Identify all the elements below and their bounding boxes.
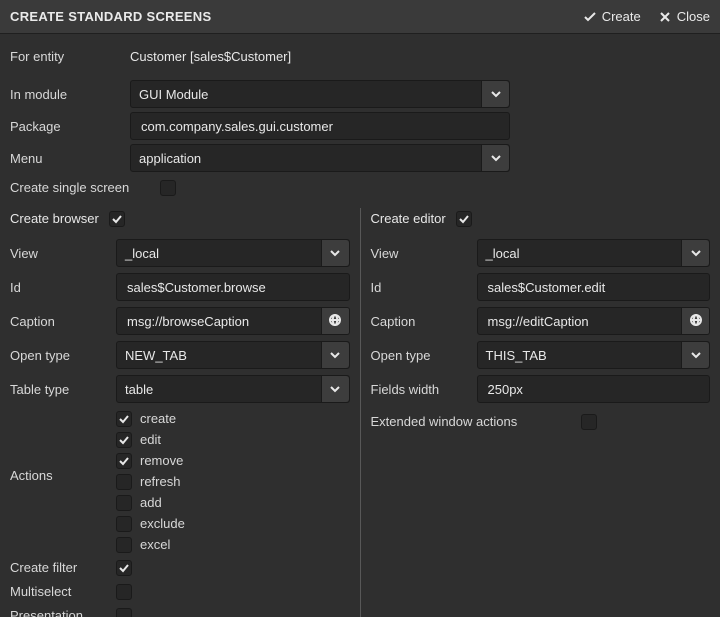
editor-opentype-label: Open type xyxy=(371,348,477,363)
editor-caption-globe-button[interactable] xyxy=(682,307,710,335)
for-entity-value: Customer [sales$Customer] xyxy=(130,49,291,64)
multiselect-label: Multiselect xyxy=(10,584,116,599)
action-item: refresh xyxy=(116,471,350,491)
editor-id-input[interactable] xyxy=(477,273,711,301)
package-input-field[interactable] xyxy=(139,118,501,135)
browser-id-field[interactable] xyxy=(125,279,341,296)
editor-caption-label: Caption xyxy=(371,314,477,329)
browser-opentype-value: NEW_TAB xyxy=(125,348,187,363)
browser-tabletype-select[interactable]: table xyxy=(116,375,350,403)
create-editor-checkbox[interactable] xyxy=(456,211,472,227)
action-checkbox-create[interactable] xyxy=(116,411,132,427)
chevron-down-icon xyxy=(481,81,509,107)
chevron-down-icon xyxy=(681,240,709,266)
action-checkbox-edit[interactable] xyxy=(116,432,132,448)
create-filter-label: Create filter xyxy=(10,560,116,575)
editor-opentype-value: THIS_TAB xyxy=(486,348,547,363)
in-module-select[interactable]: GUI Module xyxy=(130,80,510,108)
browser-caption-input[interactable] xyxy=(116,307,322,335)
menu-value: application xyxy=(139,151,201,166)
single-screen-label: Create single screen xyxy=(10,180,160,195)
action-item: add xyxy=(116,492,350,512)
check-icon xyxy=(584,11,596,23)
create-filter-checkbox[interactable] xyxy=(116,560,132,576)
action-item: create xyxy=(116,408,350,428)
editor-view-select[interactable]: _local xyxy=(477,239,711,267)
editor-caption-field[interactable] xyxy=(486,313,674,330)
close-icon xyxy=(659,11,671,23)
action-checkbox-add[interactable] xyxy=(116,495,132,511)
create-button-label: Create xyxy=(602,9,641,24)
globe-icon xyxy=(328,313,342,330)
browser-caption-label: Caption xyxy=(10,314,116,329)
create-editor-label: Create editor xyxy=(371,211,446,226)
titlebar: CREATE STANDARD SCREENS Create Close xyxy=(0,0,720,34)
single-screen-checkbox[interactable] xyxy=(160,180,176,196)
editor-caption-input[interactable] xyxy=(477,307,683,335)
browser-opentype-label: Open type xyxy=(10,348,116,363)
editor-extended-checkbox[interactable] xyxy=(581,414,597,430)
browser-opentype-select[interactable]: NEW_TAB xyxy=(116,341,350,369)
action-checkbox-exclude[interactable] xyxy=(116,516,132,532)
create-browser-label: Create browser xyxy=(10,211,99,226)
action-checkbox-refresh[interactable] xyxy=(116,474,132,490)
editor-id-field[interactable] xyxy=(486,279,702,296)
editor-extended-label: Extended window actions xyxy=(371,414,581,429)
chevron-down-icon xyxy=(321,376,349,402)
browser-caption-field[interactable] xyxy=(125,313,313,330)
action-label: add xyxy=(140,495,162,510)
action-label: remove xyxy=(140,453,183,468)
action-label: exclude xyxy=(140,516,185,531)
presentation-checkbox[interactable] xyxy=(116,608,132,617)
create-button[interactable]: Create xyxy=(584,9,641,24)
multiselect-checkbox[interactable] xyxy=(116,584,132,600)
presentation-label: Presentation xyxy=(10,608,116,617)
close-button-label: Close xyxy=(677,9,710,24)
action-item: edit xyxy=(116,429,350,449)
browser-view-value: _local xyxy=(125,246,159,261)
editor-view-label: View xyxy=(371,246,477,261)
editor-fieldswidth-label: Fields width xyxy=(371,382,477,397)
chevron-down-icon xyxy=(321,342,349,368)
browser-tabletype-value: table xyxy=(125,382,153,397)
browser-id-input[interactable] xyxy=(116,273,350,301)
action-item: exclude xyxy=(116,513,350,533)
package-label: Package xyxy=(10,119,130,134)
chevron-down-icon xyxy=(321,240,349,266)
globe-icon xyxy=(689,313,703,330)
dialog-title: CREATE STANDARD SCREENS xyxy=(10,9,566,24)
menu-label: Menu xyxy=(10,151,130,166)
editor-fieldswidth-input[interactable] xyxy=(477,375,711,403)
chevron-down-icon xyxy=(681,342,709,368)
action-label: create xyxy=(140,411,176,426)
action-label: refresh xyxy=(140,474,180,489)
editor-fieldswidth-field[interactable] xyxy=(486,381,702,398)
close-button[interactable]: Close xyxy=(659,9,710,24)
for-entity-label: For entity xyxy=(10,49,130,64)
browser-caption-globe-button[interactable] xyxy=(322,307,350,335)
package-input[interactable] xyxy=(130,112,510,140)
browser-view-label: View xyxy=(10,246,116,261)
action-checkbox-excel[interactable] xyxy=(116,537,132,553)
menu-select[interactable]: application xyxy=(130,144,510,172)
action-checkbox-remove[interactable] xyxy=(116,453,132,469)
editor-id-label: Id xyxy=(371,280,477,295)
action-item: remove xyxy=(116,450,350,470)
browser-tabletype-label: Table type xyxy=(10,382,116,397)
browser-actions-list: create edit remove refresh add exclude excel xyxy=(116,408,350,555)
in-module-label: In module xyxy=(10,87,130,102)
in-module-value: GUI Module xyxy=(139,87,208,102)
browser-id-label: Id xyxy=(10,280,116,295)
chevron-down-icon xyxy=(481,145,509,171)
action-label: edit xyxy=(140,432,161,447)
editor-view-value: _local xyxy=(486,246,520,261)
editor-opentype-select[interactable]: THIS_TAB xyxy=(477,341,711,369)
browser-actions-label: Actions xyxy=(10,408,116,555)
browser-view-select[interactable]: _local xyxy=(116,239,350,267)
create-browser-checkbox[interactable] xyxy=(109,211,125,227)
action-label: excel xyxy=(140,537,170,552)
action-item: excel xyxy=(116,534,350,554)
